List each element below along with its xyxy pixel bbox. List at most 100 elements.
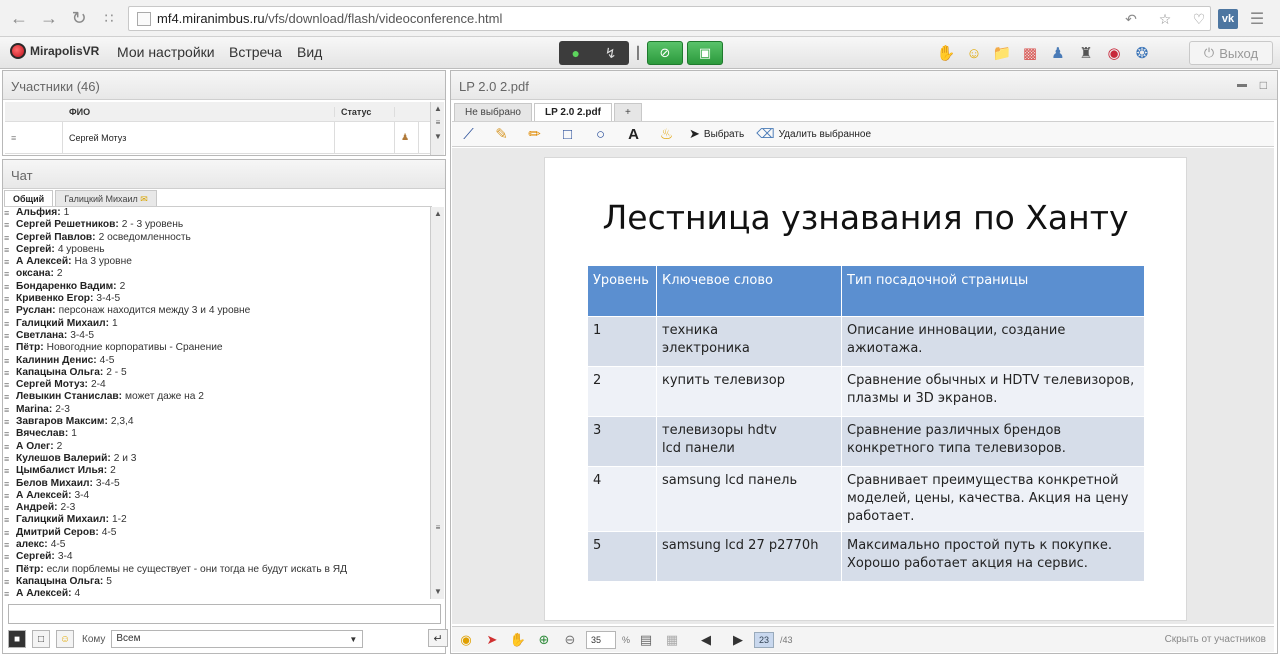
help-icon[interactable]: ❂ bbox=[1132, 43, 1152, 63]
slide-table-row: 2 купить телевизор Сравнение обычных и H… bbox=[587, 366, 1145, 417]
chat-message: ≡ А Алексей: На 3 уровне bbox=[4, 256, 432, 268]
menu-my-settings[interactable]: Мои настройки bbox=[117, 44, 215, 60]
message-author: Пётр: bbox=[16, 563, 44, 575]
row-handle-icon[interactable]: ≡ bbox=[5, 122, 63, 153]
message-author: Белов Михаил: bbox=[16, 477, 93, 489]
annotate-icon[interactable]: ◉ bbox=[456, 630, 476, 650]
select-tool[interactable]: ➤ Выбрать bbox=[683, 126, 750, 142]
zoom-in-icon[interactable]: ⊕ bbox=[534, 630, 554, 650]
header-level: Уровень bbox=[587, 265, 657, 317]
minimize-icon[interactable]: ▬ bbox=[1237, 79, 1247, 90]
participants-scrollbar[interactable]: ▲ ≡ ▼ bbox=[430, 102, 444, 155]
folder-icon[interactable]: 📁 bbox=[992, 43, 1012, 63]
hand-tool-icon[interactable]: ✋ bbox=[508, 630, 528, 650]
app-toolbar: MirapolisVR Мои настройки Встреча Вид ● ↯… bbox=[0, 37, 1280, 69]
message-author: Калинин Денис: bbox=[16, 354, 97, 366]
message-handle-icon: ≡ bbox=[4, 404, 10, 415]
message-text: 3-4-5 bbox=[96, 293, 121, 305]
smiley-icon[interactable]: ☺ bbox=[964, 43, 984, 63]
maximize-icon[interactable]: □ bbox=[1260, 78, 1267, 92]
cell-keyword: телевизоры hdtv lcd панели bbox=[656, 416, 842, 467]
slide-table-row: 5 samsung lcd 27 p2770h Максимально прос… bbox=[587, 531, 1145, 582]
send-button[interactable]: ↵ bbox=[428, 629, 448, 647]
message-author: Левыкин Станислав: bbox=[16, 391, 123, 403]
apps-icon[interactable]: ∷ bbox=[94, 3, 124, 33]
chart-icon[interactable]: ▩ bbox=[1020, 43, 1040, 63]
message-handle-icon: ≡ bbox=[4, 441, 10, 452]
users-icon[interactable]: ♟ bbox=[1048, 43, 1068, 63]
cell-page-type: Сравнение обычных и HDTV телевизоров, пл… bbox=[841, 366, 1145, 417]
column-status[interactable]: Статус bbox=[335, 106, 395, 117]
hide-from-participants-link[interactable]: Скрыть от участников bbox=[1165, 634, 1266, 645]
vk-icon[interactable]: vk bbox=[1218, 9, 1238, 29]
column-name[interactable]: ФИО bbox=[63, 106, 335, 117]
message-text: 4 bbox=[74, 588, 81, 600]
screen-share-button[interactable]: ▣ bbox=[687, 41, 723, 65]
record-icon[interactable]: ◉ bbox=[1104, 43, 1124, 63]
pointer-icon[interactable]: ➤ bbox=[482, 630, 502, 650]
zoom-out-icon[interactable]: ⊖ bbox=[560, 630, 580, 650]
fill-tool-icon[interactable]: ♨ bbox=[650, 122, 683, 146]
message-author: Сергей Решетников: bbox=[16, 219, 119, 231]
volume-slider[interactable]: ┃ bbox=[633, 41, 643, 65]
menu-view[interactable]: Вид bbox=[297, 44, 322, 60]
undo-icon[interactable]: ↶ bbox=[1116, 4, 1146, 34]
exit-button[interactable]: ⏻ Выход bbox=[1189, 41, 1273, 65]
chat-tab-general[interactable]: Общий bbox=[4, 190, 54, 206]
message-handle-icon: ≡ bbox=[4, 355, 10, 366]
next-page-icon[interactable]: ▶ bbox=[728, 630, 748, 650]
back-icon[interactable]: ← bbox=[4, 3, 34, 33]
marker-tool-icon[interactable]: ✏ bbox=[518, 122, 551, 146]
chat-message: ≡ Бондаренко Вадим: 2 bbox=[4, 281, 432, 293]
heart-icon[interactable]: ♡ bbox=[1184, 4, 1214, 34]
pencil-tool-icon[interactable]: ✎ bbox=[485, 122, 518, 146]
message-handle-icon: ≡ bbox=[4, 281, 10, 292]
message-author: Дмитрий Серов: bbox=[16, 526, 99, 538]
doc-tab-current[interactable]: LP 2.0 2.pdf bbox=[534, 103, 612, 121]
message-text: 2-4 bbox=[90, 379, 106, 391]
prev-page-icon[interactable]: ◀ bbox=[696, 630, 716, 650]
zoom-input[interactable]: 35 bbox=[586, 630, 616, 649]
fit-page-icon[interactable]: ▤ bbox=[636, 630, 656, 650]
chat-tab-private[interactable]: Галицкий Михаил ✉ bbox=[55, 190, 157, 206]
chat-message-input[interactable] bbox=[8, 604, 441, 624]
forward-icon[interactable]: → bbox=[34, 3, 64, 33]
message-handle-icon: ≡ bbox=[4, 306, 10, 317]
message-handle-icon: ≡ bbox=[4, 503, 10, 514]
presenter-icon[interactable]: ♜ bbox=[1076, 43, 1096, 63]
participant-row[interactable]: ≡ Сергей Мотуз ♟ bbox=[5, 122, 433, 154]
rectangle-tool-icon[interactable]: □ bbox=[551, 122, 584, 146]
reload-icon[interactable]: ↻ bbox=[64, 3, 94, 33]
address-bar[interactable]: mf4.miranimbus.ru/vfs/download/flash/vid… bbox=[128, 6, 1211, 31]
emoji-button[interactable]: ☺ bbox=[56, 630, 74, 648]
doc-tab-none[interactable]: Не выбрано bbox=[454, 103, 532, 121]
message-author: Альфия: bbox=[16, 207, 61, 218]
message-author: Сергей: bbox=[16, 551, 55, 563]
fit-width-icon[interactable]: ▦ bbox=[662, 630, 682, 650]
menu-icon[interactable]: ☰ bbox=[1242, 4, 1272, 34]
chat-message: ≡ Завгаров Максим: 2,3,4 bbox=[4, 416, 432, 428]
recipient-select[interactable]: Всем ▼ bbox=[111, 630, 364, 648]
message-text: 4-5 bbox=[99, 354, 115, 366]
message-author: Marina: bbox=[16, 403, 53, 415]
cell-keyword: samsung lcd панель bbox=[656, 466, 842, 532]
camera-off-button[interactable]: ⊘ bbox=[647, 41, 683, 65]
cursor-icon: ➤ bbox=[689, 126, 700, 141]
circle-tool-icon[interactable]: ○ bbox=[584, 122, 617, 146]
text-color-button[interactable]: ■ bbox=[8, 630, 26, 648]
text-tool-icon[interactable]: A bbox=[617, 122, 650, 146]
hand-raise-icon[interactable]: ✋ bbox=[936, 43, 956, 63]
microphone-button[interactable]: ● ↯ bbox=[559, 41, 629, 65]
chat-message: ≡ Руслан: персонаж находится между 3 и 4 у… bbox=[4, 305, 432, 317]
line-tool-icon[interactable]: ⟋ bbox=[452, 122, 485, 146]
doc-tab-add[interactable]: + bbox=[613, 103, 642, 121]
chat-scrollbar[interactable]: ▲ ≡ ▼ bbox=[430, 207, 444, 599]
delete-selected-tool[interactable]: ⌫ Удалить выбранное bbox=[750, 126, 877, 142]
menu-meeting[interactable]: Встреча bbox=[229, 44, 282, 60]
chat-message: ≡ А Алексей: 3-4 bbox=[4, 490, 432, 502]
message-handle-icon: ≡ bbox=[4, 318, 10, 329]
star-icon[interactable]: ☆ bbox=[1150, 4, 1180, 34]
message-handle-icon: ≡ bbox=[4, 589, 10, 600]
background-color-button[interactable]: □ bbox=[32, 630, 50, 648]
page-number-input[interactable]: 23 bbox=[754, 631, 775, 648]
